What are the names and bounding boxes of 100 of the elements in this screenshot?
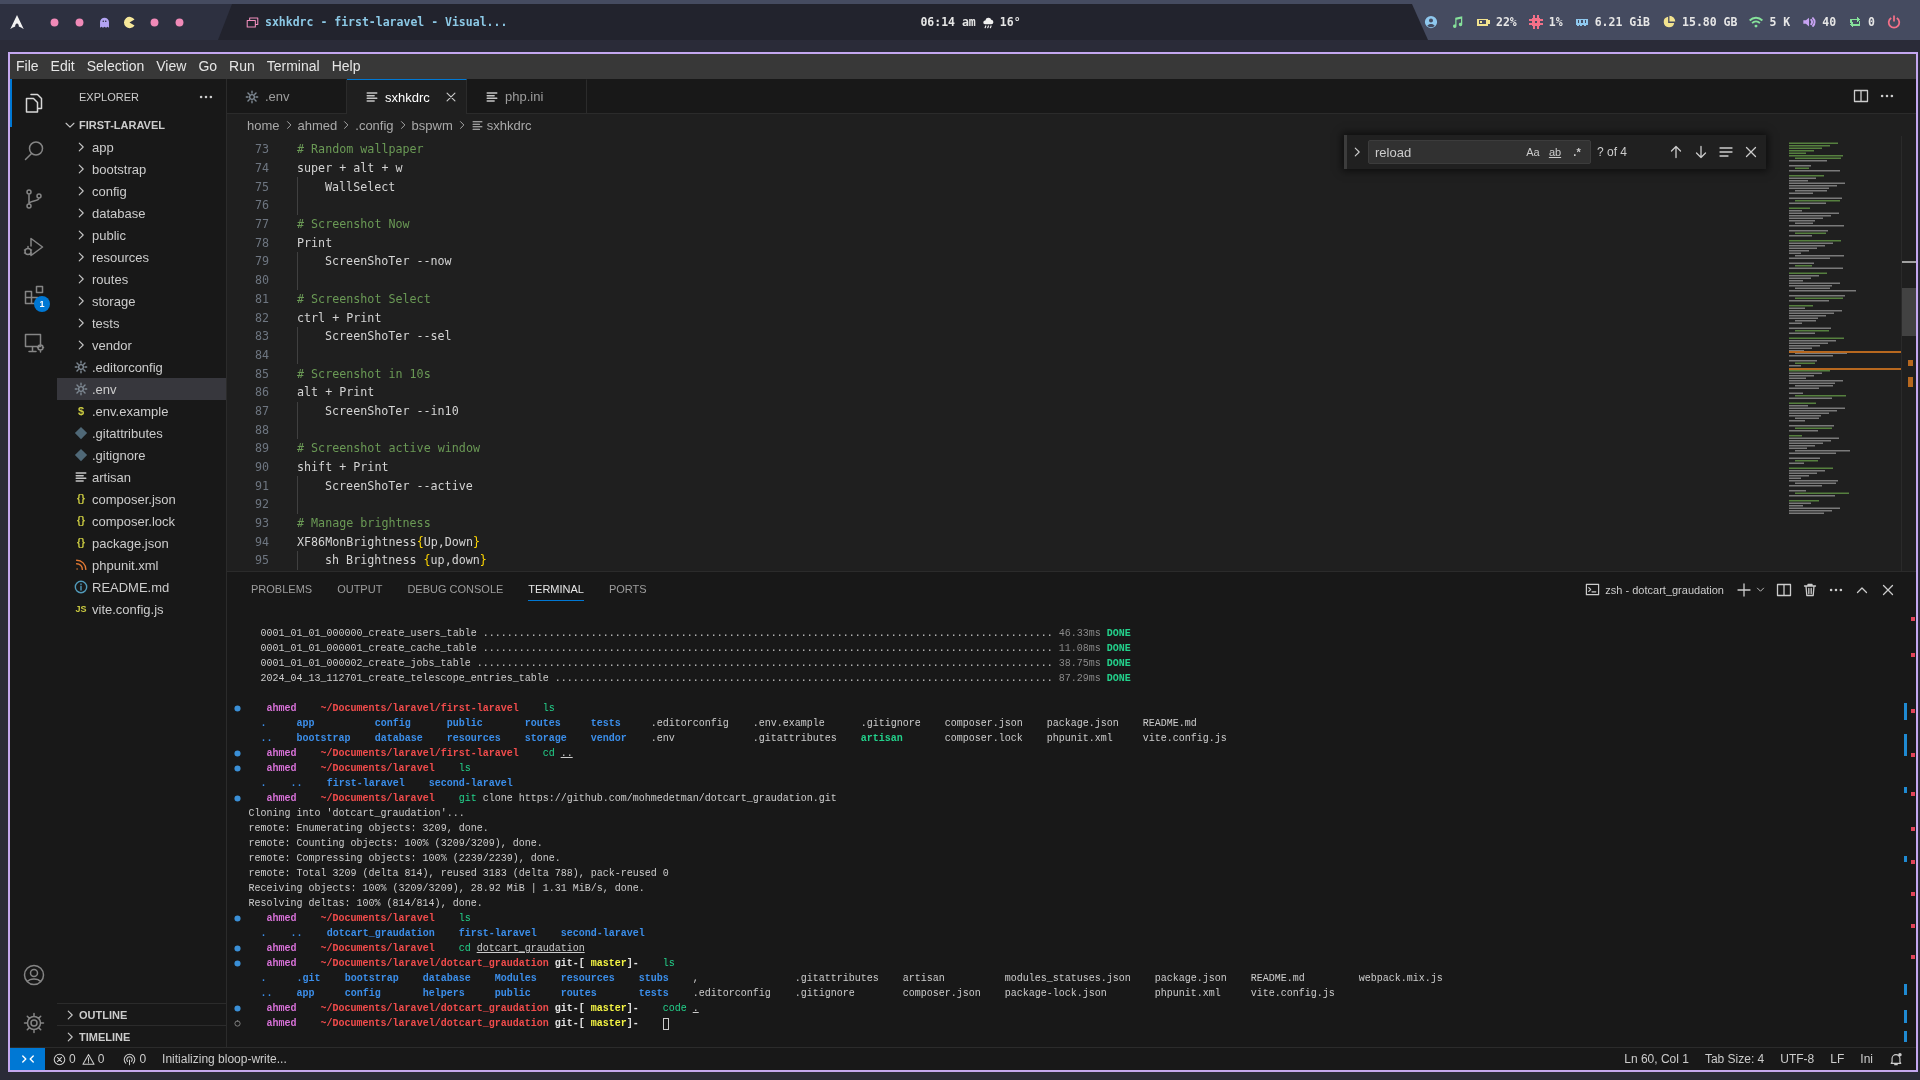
status-item[interactable]: Ini [1852, 1052, 1881, 1066]
find-input[interactable]: reload Aa ab .* [1368, 140, 1591, 164]
match-case-toggle[interactable]: Aa [1523, 143, 1543, 161]
breadcrumb-item[interactable]: home [247, 117, 280, 133]
panel-tab[interactable]: PORTS [608, 578, 647, 601]
lines-icon [74, 470, 88, 484]
status-item[interactable]: UTF-8 [1772, 1052, 1823, 1066]
user-icon[interactable] [1424, 15, 1438, 29]
pacman-icon[interactable] [123, 15, 136, 29]
tree-item[interactable]: JS vite.config.js [57, 598, 226, 620]
split-icon[interactable] [1776, 581, 1792, 598]
power-icon[interactable] [1887, 15, 1901, 29]
directory-name: public [494, 987, 532, 1001]
tree-item[interactable]: .gitignore [57, 444, 226, 466]
breadcrumb-item[interactable]: .config [355, 117, 394, 133]
trash-icon[interactable] [1802, 581, 1818, 598]
section-header[interactable]: OUTLINE [57, 1003, 226, 1025]
lines-icon[interactable] [1718, 144, 1734, 160]
status-item[interactable]: LF [1822, 1052, 1853, 1066]
regex-toggle[interactable]: .* [1567, 143, 1587, 161]
tree-item[interactable]: routes [57, 268, 226, 290]
ghost-icon[interactable] [98, 15, 111, 29]
wifi-icon[interactable] [1749, 15, 1764, 29]
volume-icon[interactable] [1802, 15, 1817, 29]
problems-button[interactable]: 0 0 [45, 1048, 116, 1070]
breadcrumb-item[interactable]: sxhkdrc [486, 117, 532, 133]
plus-icon[interactable] [1736, 581, 1752, 598]
breadcrumb-item[interactable]: ahmed [297, 117, 338, 133]
remote-icon [20, 1052, 35, 1066]
directory-name: .. [260, 732, 273, 746]
file-name: composer.json [944, 717, 1023, 731]
menu-item[interactable]: File [10, 54, 45, 79]
tree-item[interactable]: .editorconfig [57, 356, 226, 378]
editor-tab[interactable]: php.ini [467, 79, 587, 113]
tree-item[interactable]: artisan [57, 466, 226, 488]
tree-item[interactable]: resources [57, 246, 226, 268]
tree-item[interactable]: database [57, 202, 226, 224]
tree-item[interactable]: public [57, 224, 226, 246]
folder-header[interactable]: FIRST-LARAVEL [57, 114, 226, 136]
arrow-down-icon[interactable] [1693, 144, 1709, 160]
menu-item[interactable]: Edit [44, 54, 81, 79]
tree-item[interactable]: bootstrap [57, 158, 226, 180]
menu-item[interactable]: View [150, 54, 193, 79]
tree-item[interactable]: README.md [57, 576, 226, 598]
tree-item[interactable]: app [57, 136, 226, 158]
settings-icon[interactable] [21, 1011, 46, 1035]
panel-tab[interactable]: OUTPUT [337, 578, 383, 601]
menu-item[interactable]: Selection [80, 54, 151, 79]
tree-item[interactable]: .env [57, 378, 226, 400]
directory-name: tests [590, 717, 622, 731]
sync-arrows-icon[interactable] [1848, 15, 1863, 29]
prompt-line: ahmed ~/Documents/laravel cd dotcart_graudation [266, 942, 585, 956]
terminal-name[interactable]: zsh - dotcart_graudation [1605, 583, 1724, 596]
directory-name: routes [524, 717, 562, 731]
file-name: .gitattributes [794, 972, 879, 986]
panel-tab[interactable]: TERMINAL [528, 578, 584, 601]
pie-chart-icon[interactable] [1662, 15, 1677, 29]
command-ring-icon[interactable] [234, 1020, 242, 1027]
close-icon[interactable] [1743, 144, 1759, 160]
music-note-icon[interactable] [1450, 15, 1464, 29]
menu-item[interactable]: Terminal [260, 54, 326, 79]
directory-name: config [374, 717, 412, 731]
panel-tab[interactable]: DEBUG CONSOLE [407, 578, 504, 601]
editor-tab[interactable]: sxhkdrc [347, 79, 467, 114]
tree-item[interactable]: .gitattributes [57, 422, 226, 444]
chevron-down-icon[interactable] [1755, 584, 1766, 595]
diamond-icon [74, 426, 88, 440]
scrollbar-thumb[interactable] [1902, 288, 1916, 336]
status-item[interactable]: Tab Size: 4 [1696, 1052, 1773, 1066]
line-number: 88 [253, 422, 269, 437]
file-name: , [692, 972, 700, 986]
arrow-up-icon[interactable] [1668, 144, 1684, 160]
ports-button[interactable]: 0 [115, 1048, 155, 1070]
tree-item[interactable]: tests [57, 312, 226, 334]
chip-icon[interactable] [1528, 15, 1543, 29]
remote-button[interactable] [10, 1048, 45, 1070]
tree-item[interactable]: {} package.json [57, 532, 226, 554]
tree-item[interactable]: {} composer.lock [57, 510, 226, 532]
tree-item[interactable]: {} composer.json [57, 488, 226, 510]
status-item[interactable]: Ln 60, Col 1 [1616, 1052, 1697, 1066]
line-number: 94 [253, 534, 269, 549]
split-icon[interactable] [1853, 88, 1869, 104]
close-icon[interactable] [444, 90, 458, 104]
tree-item[interactable]: storage [57, 290, 226, 312]
panel-tab[interactable]: PROBLEMS [251, 578, 313, 601]
breadcrumb-item[interactable]: bspwm [411, 117, 453, 133]
tree-item[interactable]: $ .env.example [57, 400, 226, 422]
braces-icon: {} [74, 536, 88, 550]
play-bug-icon[interactable] [21, 235, 46, 259]
tree-item[interactable]: vendor [57, 334, 226, 356]
prompt-line: ahmed ~/Documents/laravel/dotcart_graudation git-[ master]- code . [266, 1002, 699, 1016]
menu-item[interactable]: Help [325, 54, 367, 79]
tree-item[interactable]: config [57, 180, 226, 202]
whole-word-toggle[interactable]: ab [1545, 143, 1565, 161]
tree-item[interactable]: phpunit.xml [57, 554, 226, 576]
logo-icon[interactable] [9, 14, 25, 30]
menu-item[interactable]: Run [223, 54, 261, 79]
menu-item[interactable]: Go [192, 54, 224, 79]
notifications-icon[interactable] [1889, 1052, 1903, 1066]
directory-name: app [296, 987, 316, 1001]
